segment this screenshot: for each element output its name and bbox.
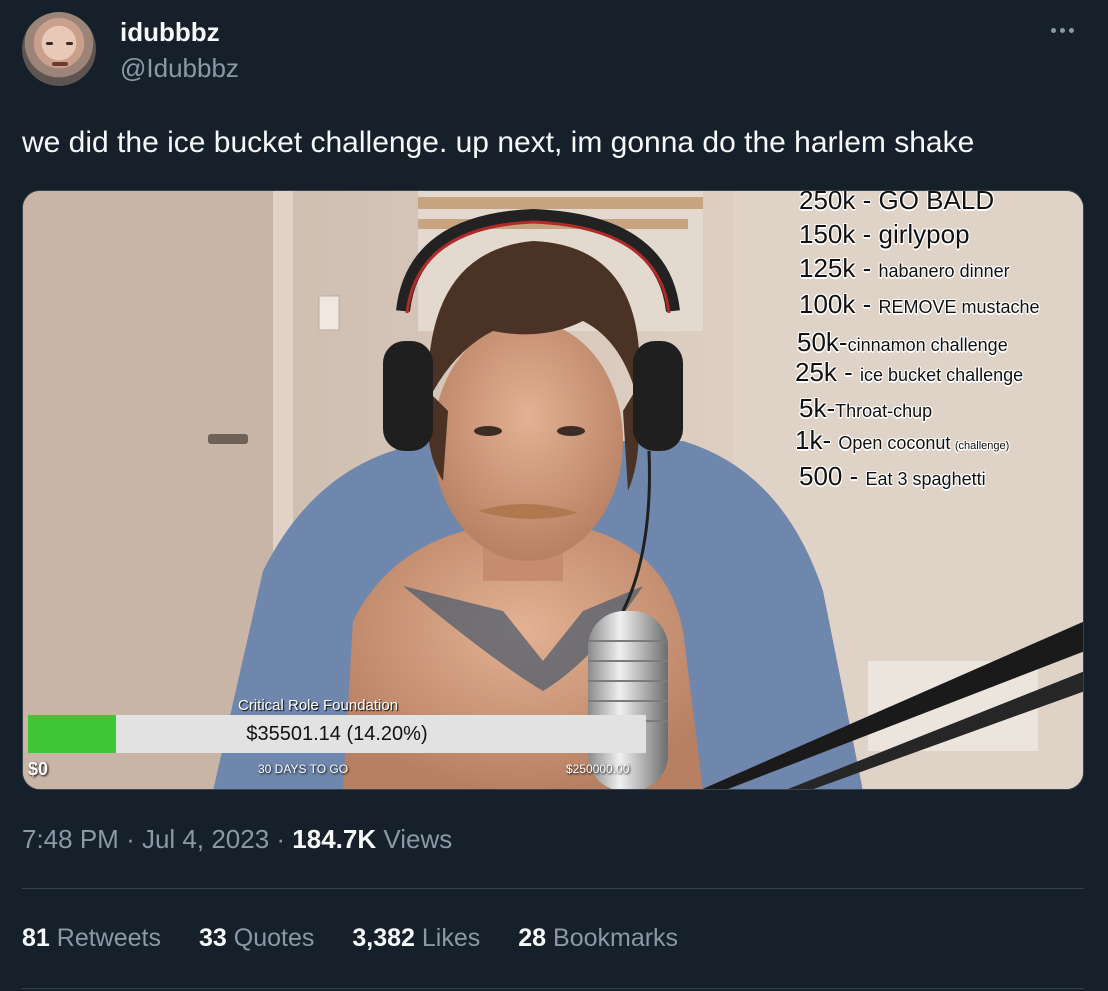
tweet-time[interactable]: 7:48 PM (22, 824, 119, 854)
donation-amount: $35501.14 (14.20%) (246, 723, 428, 745)
divider (22, 988, 1084, 989)
likes-count: 3,382 (352, 924, 415, 952)
tweet-metadata: 7:48 PM · Jul 4, 2023 · 184.7K Views (22, 824, 453, 854)
goal-item: 100k - REMOVE mustache (799, 289, 1040, 319)
goal-item: 500 - Eat 3 spaghetti (799, 461, 986, 491)
views-count: 184.7K (292, 824, 377, 854)
avatar[interactable] (22, 12, 96, 86)
donation-goal-label: $250000.00 (566, 762, 630, 776)
divider (22, 888, 1084, 889)
quotes-label: Quotes (233, 924, 315, 952)
donation-start-label: $0 (28, 759, 49, 779)
donation-title: Critical Role Foundation (238, 697, 399, 714)
likes-label: Likes (421, 924, 481, 952)
goal-item: 1k- Open coconut (challenge) (795, 425, 1010, 455)
engagement-stats: 81 Retweets 33 Quotes 3,382 Likes 28 Boo… (22, 924, 678, 953)
donation-progress-bar: $35501.14 (14.20%) (28, 715, 646, 753)
donation-days-left: 30 DAYS TO GO (258, 762, 349, 776)
retweets-count: 81 (22, 924, 50, 952)
bookmarks-count: 28 (518, 924, 547, 952)
goal-item: 50k-cinnamon challenge (797, 327, 1008, 357)
author-handle[interactable]: @Idubbbz (120, 53, 239, 84)
retweets-label: Retweets (56, 924, 161, 952)
bookmarks-stat[interactable]: 28 Bookmarks (518, 924, 678, 953)
goal-item: 5k-Throat-chup (799, 393, 933, 423)
tweet-text: we did the ice bucket challenge. up next… (22, 126, 975, 159)
goal-item: 25k - ice bucket challenge (795, 357, 1024, 387)
retweets-stat[interactable]: 81 Retweets (22, 924, 161, 953)
tweet-media[interactable]: 250k - GO BALD 150k - girlypop 125k - ha… (22, 190, 1084, 790)
tweet-date[interactable]: Jul 4, 2023 (142, 824, 269, 854)
bookmarks-label: Bookmarks (553, 924, 679, 952)
quotes-count: 33 (198, 924, 227, 952)
author-display-name[interactable]: idubbbz (120, 17, 220, 48)
goal-item: 125k - habanero dinner (799, 253, 1010, 283)
views-label: Views (383, 824, 453, 854)
tweet-header: idubbbz @Idubbbz (22, 12, 1086, 92)
likes-stat[interactable]: 3,382 Likes (352, 924, 480, 953)
goal-item: 250k - GO BALD (799, 190, 995, 215)
more-options-icon[interactable] (1042, 16, 1082, 44)
quotes-stat[interactable]: 33 Quotes (199, 924, 314, 953)
goal-item: 150k - girlypop (799, 219, 970, 249)
